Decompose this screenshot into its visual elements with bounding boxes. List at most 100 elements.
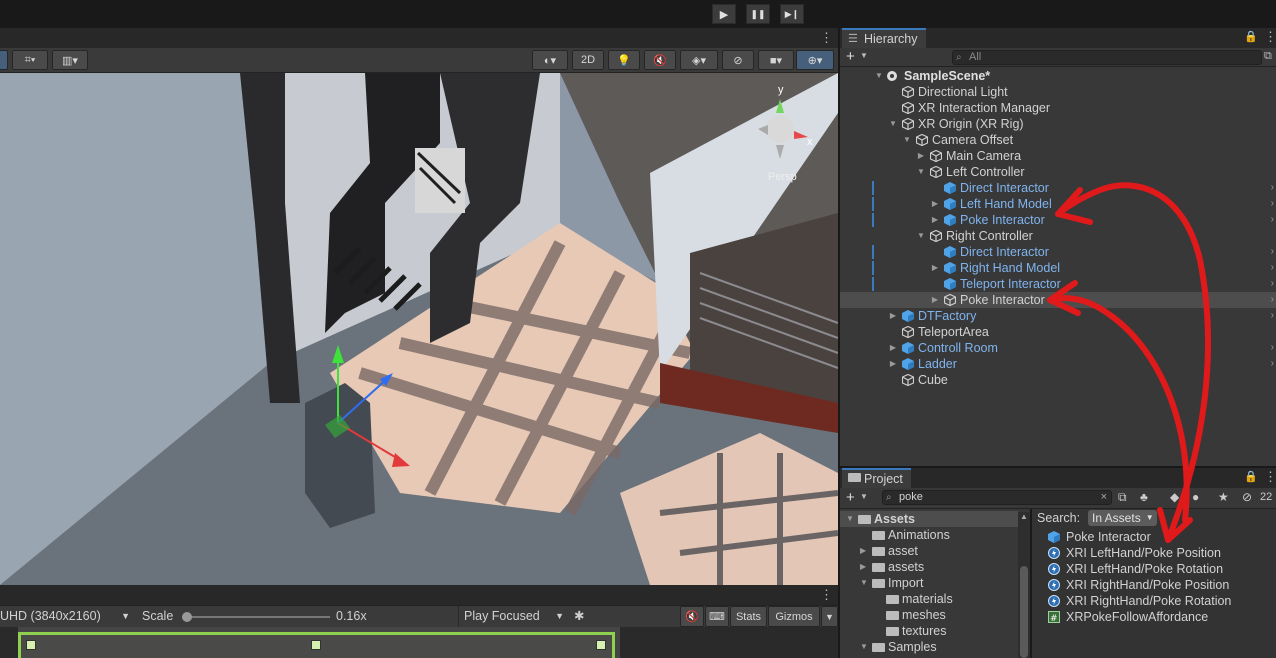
project-tree-scrollbar[interactable]: ▲ [1018, 512, 1030, 658]
folder-tree-item[interactable]: ▼ Import [840, 575, 1018, 591]
open-prefab-icon[interactable]: › [1271, 308, 1274, 324]
kebab-menu-icon[interactable]: ⋮ [820, 587, 833, 603]
hierarchy-row[interactable]: ▶ Ladder › [840, 356, 1276, 372]
resize-handle[interactable] [311, 640, 321, 650]
search-result-item[interactable]: Poke Interactor [1048, 529, 1274, 545]
increment-snap-icon[interactable]: ▥▾ [52, 50, 88, 70]
search-result-item[interactable]: XRI LeftHand/Poke Rotation [1048, 561, 1274, 577]
expand-arrow-closed-icon[interactable]: ▶ [916, 148, 926, 164]
expand-arrow-closed-icon[interactable]: ▶ [888, 308, 898, 324]
hierarchy-row[interactable]: TeleportArea [840, 324, 1276, 340]
2d-toggle-button[interactable]: 2D [572, 50, 604, 70]
scale-slider-thumb[interactable] [182, 612, 192, 622]
gizmos-toggle-icon[interactable]: ⊕▾ [796, 50, 834, 70]
kebab-menu-icon[interactable]: ⋮ [1264, 469, 1276, 485]
open-prefab-icon[interactable]: › [1271, 260, 1274, 276]
audio-mute-icon[interactable]: 🔇 [644, 50, 676, 70]
hierarchy-row[interactable]: ▼ SampleScene* [840, 68, 1276, 84]
mute-audio-icon[interactable]: 🔇 [680, 606, 704, 627]
expand-arrow-open-icon[interactable]: ▼ [874, 68, 884, 84]
lock-icon[interactable]: 🔒 [1244, 470, 1258, 483]
scrollbar-thumb[interactable] [1020, 566, 1028, 658]
expand-arrow-open-icon[interactable]: ▼ [860, 575, 868, 591]
scale-slider[interactable] [182, 612, 330, 622]
hierarchy-row[interactable]: Teleport Interactor › [840, 276, 1276, 292]
expand-arrow-closed-icon[interactable]: ▶ [860, 543, 866, 559]
expand-arrow-closed-icon[interactable]: ▶ [860, 559, 866, 575]
folder-tree-item[interactable]: ▼ Samples [840, 639, 1018, 655]
expand-arrow-open-icon[interactable]: ▼ [916, 164, 926, 180]
tab-hierarchy[interactable]: ☰ Hierarchy [842, 28, 926, 48]
expand-arrow-closed-icon[interactable]: ▶ [888, 340, 898, 356]
hierarchy-row[interactable]: ▶ Left Hand Model › [840, 196, 1276, 212]
expand-arrow-open-icon[interactable]: ▼ [860, 639, 868, 655]
add-icon[interactable]: + [846, 48, 855, 65]
resize-handle[interactable] [26, 640, 36, 650]
step-button[interactable]: ▶❙ [780, 4, 804, 24]
expand-arrow-closed-icon[interactable]: ▶ [930, 212, 940, 228]
scene-viewport[interactable]: y x Persp [0, 73, 838, 585]
open-prefab-icon[interactable]: › [1271, 244, 1274, 260]
hierarchy-row[interactable]: Directional Light [840, 84, 1276, 100]
hierarchy-row[interactable]: ▶ DTFactory › [840, 308, 1276, 324]
view-tool-icon[interactable] [0, 50, 8, 70]
hierarchy-row[interactable]: Cube [840, 372, 1276, 388]
keyboard-icon[interactable]: ⌨ [705, 606, 729, 627]
resize-handle[interactable] [596, 640, 606, 650]
search-result-item[interactable]: XRI LeftHand/Poke Position [1048, 545, 1274, 561]
expand-arrow-closed-icon[interactable]: ▶ [888, 356, 898, 372]
expand-arrow-closed-icon[interactable]: ▶ [930, 196, 940, 212]
hierarchy-row[interactable]: ▼ Camera Offset [840, 132, 1276, 148]
play-button[interactable]: ▶ [712, 4, 736, 24]
lock-icon[interactable]: 🔒 [1244, 30, 1258, 43]
add-icon[interactable]: + [846, 489, 855, 506]
search-scope-dropdown[interactable]: In Assets ▼ [1088, 510, 1157, 526]
effects-icon[interactable]: ◈▾ [680, 50, 718, 70]
expand-arrow-open-icon[interactable]: ▼ [846, 511, 854, 527]
folder-tree-item[interactable]: ▶ asset [840, 543, 1018, 559]
expand-arrow-closed-icon[interactable]: ▶ [930, 260, 940, 276]
hidden-packages-icon[interactable]: ⊘ [1242, 490, 1252, 504]
open-prefab-icon[interactable]: › [1271, 276, 1274, 292]
search-by-type-icon[interactable]: ⧉ [1118, 490, 1127, 505]
chevron-down-icon[interactable]: ▼ [860, 51, 868, 60]
stats-button[interactable]: Stats [730, 606, 767, 627]
search-result-item[interactable]: XRI RightHand/Poke Position [1048, 577, 1274, 593]
search-result-item[interactable]: XRI RightHand/Poke Rotation [1048, 593, 1274, 609]
expand-arrow-closed-icon[interactable]: ▶ [930, 292, 940, 308]
project-search-input[interactable]: ⌕ poke × [882, 490, 1112, 505]
folder-tree-item[interactable]: textures [840, 623, 1018, 639]
hierarchy-row[interactable]: Direct Interactor › [840, 244, 1276, 260]
hierarchy-row[interactable]: ▶ Controll Room › [840, 340, 1276, 356]
hidden-objects-icon[interactable]: ⊘ [722, 50, 754, 70]
hierarchy-row[interactable]: XR Interaction Manager [840, 100, 1276, 116]
chevron-down-icon[interactable]: ▼ [860, 492, 868, 501]
clear-search-icon[interactable]: × [1101, 491, 1107, 504]
hierarchy-row[interactable]: ▶ Poke Interactor › [840, 212, 1276, 228]
open-prefab-icon[interactable]: › [1271, 292, 1274, 308]
shading-mode-icon[interactable]: ◐▾ [532, 50, 568, 70]
favorite-star-icon[interactable]: ★ [1218, 490, 1229, 504]
resolution-dropdown[interactable]: UHD (3840x2160) ▼ [0, 606, 134, 627]
log-types-icon[interactable]: ● [1192, 490, 1199, 504]
kebab-menu-icon[interactable]: ⋮ [1264, 29, 1276, 45]
hierarchy-row[interactable]: ▼ Left Controller [840, 164, 1276, 180]
game-viewport[interactable] [0, 627, 838, 658]
folder-tree-item[interactable]: materials [840, 591, 1018, 607]
bug-icon[interactable]: ✱ [574, 608, 584, 623]
open-prefab-icon[interactable]: › [1271, 340, 1274, 356]
gizmos-dropdown-icon[interactable]: ▼ [821, 606, 838, 627]
open-prefab-icon[interactable]: › [1271, 212, 1274, 228]
open-prefab-icon[interactable]: › [1271, 196, 1274, 212]
hierarchy-row[interactable]: Direct Interactor › [840, 180, 1276, 196]
lighting-toggle-icon[interactable]: 💡 [608, 50, 640, 70]
pause-button[interactable]: ❚❚ [746, 4, 770, 24]
hierarchy-search-input[interactable]: ⌕ All [952, 50, 1262, 65]
folder-tree-item[interactable]: Animations [840, 527, 1018, 543]
filter-type-icon[interactable]: ♣ [1140, 490, 1148, 504]
play-mode-dropdown[interactable]: Play Focused ▼ [458, 606, 568, 627]
hierarchy-row[interactable]: ▶ Main Camera [840, 148, 1276, 164]
scroll-up-icon[interactable]: ▲ [1020, 512, 1028, 521]
hierarchy-row[interactable]: ▶ Right Hand Model › [840, 260, 1276, 276]
gizmos-button[interactable]: Gizmos [768, 606, 820, 627]
